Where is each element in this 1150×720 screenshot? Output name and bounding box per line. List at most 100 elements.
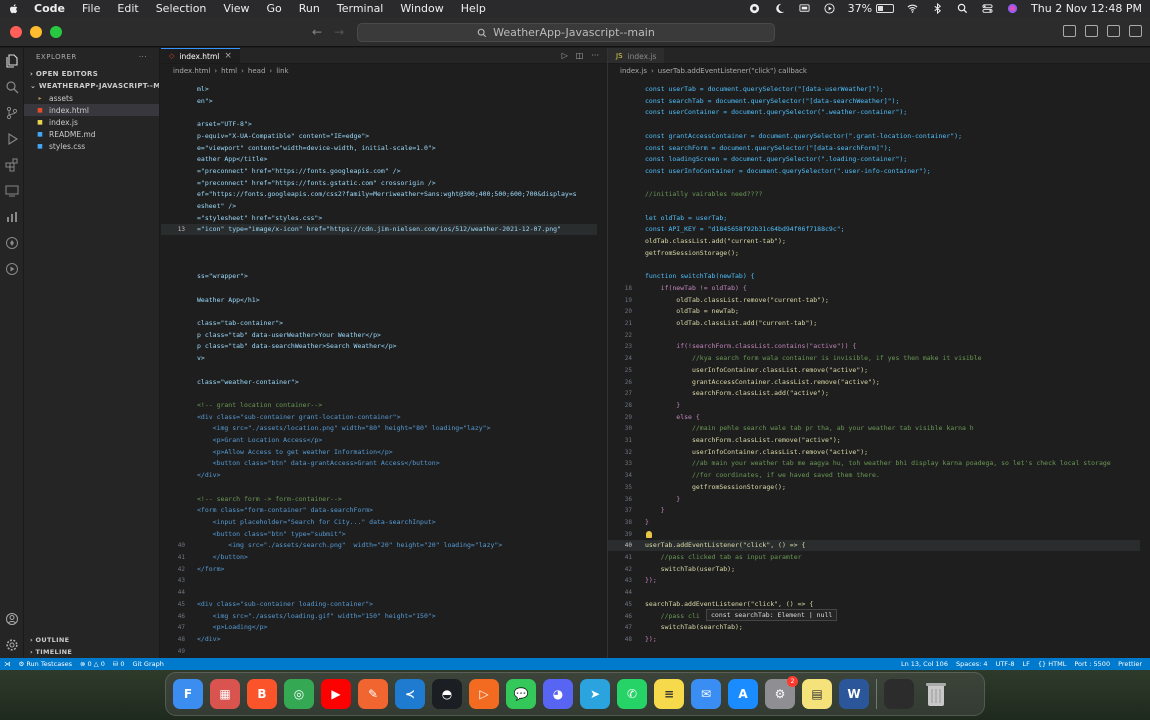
manage-gear-icon[interactable] [5, 638, 19, 652]
menu-go[interactable]: Go [267, 2, 282, 15]
stickies-icon[interactable]: ▤ [802, 679, 832, 709]
code-line[interactable]: 47 switchTab(searchTab); [608, 622, 1150, 633]
code-line[interactable]: 18 if(newTab != oldTab) { [608, 283, 1150, 294]
status-item[interactable]: LF [1023, 660, 1030, 668]
code-line[interactable]: 34 //for coordinates, if we haved saved … [608, 470, 1150, 481]
code-line[interactable]: <input placeholder="Search for City..." … [161, 517, 607, 528]
youtube-icon[interactable]: ▶ [321, 679, 351, 709]
code-line[interactable]: </div> [161, 470, 607, 481]
word-icon[interactable]: W [839, 679, 869, 709]
extensions-icon[interactable] [5, 158, 19, 172]
code-line[interactable]: 24 //kya search form wala container is i… [608, 353, 1150, 364]
toggle-panel-icon[interactable] [1085, 25, 1098, 37]
status-item[interactable]: Port : 5500 [1074, 660, 1110, 668]
file-tree-item[interactable]: ■ index.js [24, 116, 159, 128]
code-line[interactable] [161, 248, 607, 259]
pen-icon[interactable]: ✎ [358, 679, 388, 709]
launchpad-icon[interactable]: ▦ [210, 679, 240, 709]
code-line[interactable]: 28 } [608, 400, 1150, 411]
account-icon[interactable] [5, 612, 19, 626]
code-line[interactable]: ="stylesheet" href="styles.css"> [161, 213, 607, 224]
breadcrumb-item[interactable]: index.js [620, 67, 647, 75]
code-line[interactable]: <!-- search form -> form-container--> [161, 494, 607, 505]
minimize-window-button[interactable] [30, 25, 42, 38]
appstore-icon[interactable]: A [728, 679, 758, 709]
file-tree-item[interactable]: ■ styles.css [24, 140, 159, 152]
split-editor-icon[interactable]: ◫ [576, 51, 584, 60]
code-line[interactable]: 49 [161, 646, 607, 657]
testing-icon[interactable] [5, 262, 19, 276]
forward-arrow-icon[interactable]: → [334, 25, 344, 39]
breadcrumb-item[interactable]: html [221, 67, 237, 75]
screen-mirror-icon[interactable] [798, 3, 811, 14]
outline-section[interactable]: › OUTLINE [24, 636, 160, 644]
code-line[interactable]: 38} [608, 517, 1150, 528]
breadcrumb-item[interactable]: head [248, 67, 265, 75]
record-icon[interactable] [748, 3, 761, 14]
code-line[interactable]: Weather App</h1> [161, 295, 607, 306]
code-line[interactable] [161, 388, 607, 399]
code-line[interactable]: 31 searchForm.classList.remove("active")… [608, 435, 1150, 446]
code-line[interactable]: class="tab-container"> [161, 318, 607, 329]
code-line[interactable]: ="preconnect" href="https://fonts.gstati… [161, 178, 607, 189]
menu-edit[interactable]: Edit [117, 2, 138, 15]
menu-terminal[interactable]: Terminal [337, 2, 384, 15]
messages-icon[interactable]: 💬 [506, 679, 536, 709]
code-line[interactable]: const API_KEY = "d1845658f92b31c64bd94f0… [608, 224, 1150, 235]
command-center[interactable]: WeatherApp-Javascript--main [357, 23, 775, 42]
brave-icon[interactable]: B [247, 679, 277, 709]
code-line[interactable] [161, 283, 607, 294]
code-line[interactable]: 32 userInfoContainer.classList.remove("a… [608, 447, 1150, 458]
file-tree-item[interactable]: ▸ assets [24, 92, 159, 104]
code-line[interactable]: oldTab.classList.add("current-tab"); [608, 236, 1150, 247]
code-line[interactable]: 46 <img src="./assets/loading.gif" width… [161, 611, 607, 622]
code-line[interactable]: p-equiv="X-UA-Compatible" content="IE=ed… [161, 131, 607, 142]
code-line[interactable]: const grantAccessContainer = document.qu… [608, 131, 1150, 142]
minimap-right[interactable] [1140, 80, 1150, 658]
code-line[interactable]: 25 userInfoContainer.classList.remove("a… [608, 365, 1150, 376]
notes-icon[interactable]: ≡ [654, 679, 684, 709]
status-problems[interactable]: ⊗ 0 △ 0 [80, 660, 105, 668]
breadcrumb-item[interactable]: userTab.addEventListener("click") callba… [658, 67, 807, 75]
code-line[interactable]: 13 ="icon" type="image/x-icon" href="http… [161, 224, 607, 236]
vscode-icon[interactable]: ≺ [395, 679, 425, 709]
whatsapp-icon[interactable]: ✆ [617, 679, 647, 709]
battery-status[interactable]: 37% [848, 2, 895, 15]
control-center-icon[interactable] [981, 3, 994, 14]
live-share-icon[interactable] [5, 236, 19, 250]
code-line[interactable]: 42 switchTab(userTab); [608, 564, 1150, 575]
code-line[interactable]: p class="tab" data-userWeather>Your Weat… [161, 330, 607, 341]
code-line[interactable]: 22 [608, 330, 1150, 341]
close-window-button[interactable] [10, 25, 22, 38]
tab-index-js[interactable]: JS index.js [608, 48, 665, 63]
code-line[interactable]: esheet" /> [161, 201, 607, 212]
breadcrumb-item[interactable]: link [276, 67, 288, 75]
play-circle-icon[interactable] [823, 3, 836, 14]
menu-app-name[interactable]: Code [34, 2, 65, 15]
chrome-icon[interactable]: ◎ [284, 679, 314, 709]
code-line[interactable]: arset="UTF-8"> [161, 119, 607, 130]
code-line[interactable]: 20 oldTab = newTab; [608, 306, 1150, 317]
finder-icon[interactable]: F [173, 679, 203, 709]
code-line[interactable]: 23 if(!searchForm.classList.contains("ac… [608, 341, 1150, 352]
code-line[interactable]: 41 //pass clicked tab as input paramter [608, 552, 1150, 563]
code-line[interactable]: let oldTab = userTab; [608, 213, 1150, 224]
explorer-icon[interactable] [5, 54, 19, 68]
status-item[interactable]: Prettier [1118, 660, 1142, 668]
code-line[interactable]: 33 //ab main your weather tab me aagya h… [608, 458, 1150, 469]
git-graph-icon[interactable] [5, 210, 19, 224]
code-area-right[interactable]: const userTab = document.querySelector("… [608, 80, 1150, 658]
status-git-graph[interactable]: Git Graph [132, 660, 163, 668]
moon-icon[interactable] [773, 3, 786, 14]
code-line[interactable]: 40 userTab.addEventListener("click", () =… [608, 540, 1150, 552]
status-item[interactable]: {} HTML [1038, 660, 1066, 668]
code-area-left[interactable]: ml> en"> arset="UTF-8"> p-equiv="X-UA-Compa… [161, 80, 607, 658]
close-icon[interactable]: × [224, 51, 232, 61]
project-folder-section[interactable]: ⌄ WEATHERAPP-JAVASCRIPT--MAIN [24, 80, 159, 92]
run-icon[interactable]: ▷ [562, 51, 568, 60]
code-line[interactable] [161, 107, 607, 118]
code-line[interactable] [161, 365, 607, 376]
more-actions-icon[interactable]: ··· [591, 51, 599, 60]
code-line[interactable]: 39 [608, 529, 1150, 540]
code-line[interactable]: 35 getfromSessionStorage(); [608, 482, 1150, 493]
